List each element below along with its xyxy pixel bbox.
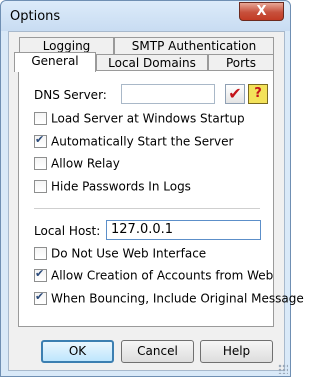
local-host-input[interactable]: 127.0.0.1 [106,220,261,240]
checkbox-label: Do Not Use Web Interface [51,246,207,261]
resize-grip-icon[interactable] [278,364,288,374]
tab-smtp-authentication[interactable]: SMTP Authentication [114,37,274,55]
checkbox-label: Load Server at Windows Startup [51,111,245,126]
dns-help-button[interactable]: ? [248,84,268,104]
cancel-button[interactable]: Cancel [121,340,194,363]
section-divider [34,208,260,209]
dns-server-label: DNS Server: [34,88,107,102]
tab-local-domains-label: Local Domains [108,56,196,70]
general-tab-panel: DNS Server: ✔ ? Load Server at Windows S… [18,70,304,327]
checkbox-auto-start[interactable]: Automatically Start the Server [34,133,234,150]
options-dialog: Options X Logging SMTP Authentication Ge… [0,0,304,377]
checkbox-box[interactable] [34,157,47,170]
question-mark-icon: ? [254,86,262,101]
checkbox-label: Hide Passwords In Logs [51,179,191,194]
dns-validate-button[interactable]: ✔ [225,84,245,104]
dns-server-input[interactable] [121,84,215,104]
checkbox-box[interactable] [34,267,47,282]
window-title: Options [10,9,61,24]
checkbox-label: Allow Relay [51,156,120,171]
tab-general-label: General [31,54,79,68]
local-host-label: Local Host: [34,224,101,238]
help-button[interactable]: Help [200,340,273,363]
tab-general[interactable]: General [14,52,96,72]
checkbox-box[interactable] [34,290,47,305]
tab-logging-label: Logging [42,39,91,53]
checkbox-include-original-message[interactable]: When Bouncing, Include Original Message [34,290,304,307]
close-button[interactable]: X [239,2,284,21]
tab-ports-label: Ports [225,56,257,70]
checkmark-icon: ✔ [228,84,242,103]
tab-smtp-authentication-label: SMTP Authentication [131,39,257,53]
checkbox-no-web-interface[interactable]: Do Not Use Web Interface [34,246,206,262]
checkbox-box[interactable] [34,112,47,125]
checkbox-load-at-startup[interactable]: Load Server at Windows Startup [34,111,245,127]
checkbox-label: Automatically Start the Server [51,134,234,149]
checkbox-allow-account-creation[interactable]: Allow Creation of Accounts from Web [34,267,274,284]
checkbox-label: When Bouncing, Include Original Message [51,291,304,306]
title-bar[interactable]: Options X [1,1,290,31]
ok-button[interactable]: OK [41,340,114,363]
checkbox-label: Allow Creation of Accounts from Web [51,268,274,283]
checkbox-allow-relay[interactable]: Allow Relay [34,156,120,172]
checkbox-box[interactable] [34,247,47,260]
checkbox-box[interactable] [34,133,47,148]
checkbox-hide-passwords[interactable]: Hide Passwords In Logs [34,179,191,195]
checkbox-box[interactable] [34,180,47,193]
